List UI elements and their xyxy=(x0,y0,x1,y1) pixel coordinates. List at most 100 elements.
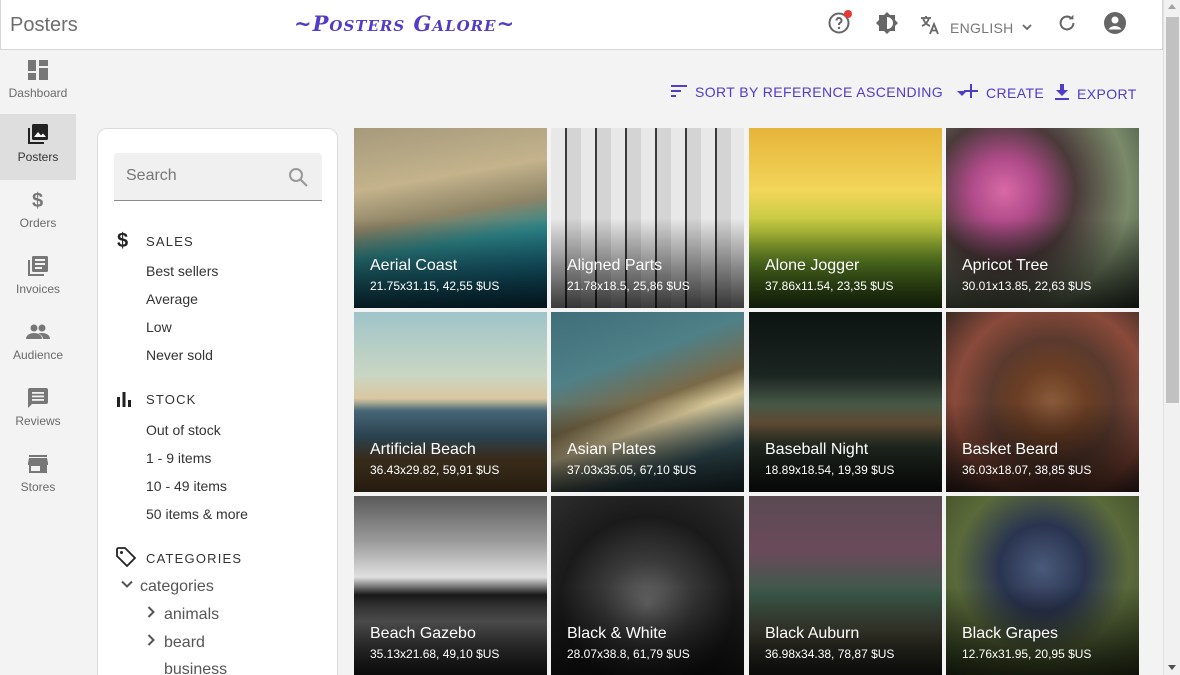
tree-item-categories[interactable]: categories xyxy=(120,577,214,596)
comment-icon xyxy=(28,386,48,410)
scroll-up-arrow-icon[interactable] xyxy=(1168,4,1176,9)
poster-icon xyxy=(27,122,49,146)
poster-tile[interactable]: Artificial Beach 36.43x29.82, 59,91 $US xyxy=(354,312,547,492)
sidebar-item-stores[interactable]: Stores xyxy=(0,444,76,510)
sidebar-item-label: Reviews xyxy=(15,414,61,428)
search-field[interactable] xyxy=(114,153,322,201)
scrollbar-thumb[interactable] xyxy=(1166,17,1179,403)
dollar-icon: $ xyxy=(31,188,45,212)
poster-tile[interactable]: Black Auburn 36.98x34.38, 78,87 $US xyxy=(749,496,942,675)
poster-tile[interactable]: Aerial Coast 21.75x31.15, 42,55 $US xyxy=(354,128,547,308)
people-icon xyxy=(26,320,50,344)
tree-item-label: animals xyxy=(164,605,220,623)
brand-logo: ~Posters Galore~ xyxy=(294,11,516,36)
invoices-icon xyxy=(27,254,49,278)
theme-toggle-button[interactable] xyxy=(874,11,900,40)
sidebar-item-invoices[interactable]: Invoices xyxy=(0,246,76,312)
account-icon xyxy=(1103,11,1127,40)
scroll-down-arrow-icon[interactable] xyxy=(1168,665,1176,670)
poster-tile[interactable]: Asian Plates 37.03x35.05, 67,10 $US xyxy=(551,312,744,492)
poster-title: Asian Plates xyxy=(567,441,656,458)
user-menu-button[interactable] xyxy=(1102,11,1128,40)
tree-item-animals[interactable]: animals xyxy=(144,605,219,624)
tree-item-label: beard xyxy=(164,633,205,651)
export-button[interactable]: EXPORT xyxy=(1055,84,1137,103)
sidebar-item-label: Invoices xyxy=(15,282,61,296)
poster-title: Black Grapes xyxy=(962,625,1059,642)
filter-best-sellers[interactable]: Best sellers xyxy=(146,263,218,279)
poster-meta: 37.03x35.05, 67,10 $US xyxy=(567,463,697,477)
app-title: Posters xyxy=(10,14,78,36)
tree-item-beard[interactable]: beard xyxy=(144,633,205,652)
chevron-right-icon xyxy=(144,633,158,652)
poster-meta: 36.43x29.82, 59,91 $US xyxy=(370,463,500,477)
poster-meta: 18.89x18.54, 19,39 $US xyxy=(765,463,895,477)
poster-title: Black & White xyxy=(567,625,667,642)
search-input[interactable] xyxy=(126,167,286,185)
poster-meta: 35.13x21.68, 49,10 $US xyxy=(370,647,500,661)
language-selector[interactable]: ENGLISH xyxy=(918,13,1032,42)
refresh-button[interactable] xyxy=(1054,12,1080,38)
create-button[interactable]: CREATE xyxy=(964,84,1044,101)
theme-icon xyxy=(875,11,899,40)
sidebar-item-orders[interactable]: $ Orders xyxy=(0,180,76,246)
poster-title: Beach Gazebo xyxy=(370,625,476,642)
filter-average[interactable]: Average xyxy=(146,291,198,307)
tree-item-business[interactable]: business xyxy=(164,661,227,675)
create-label: CREATE xyxy=(986,84,1045,101)
filter-out-of-stock[interactable]: Out of stock xyxy=(146,422,221,438)
poster-tile[interactable]: Black & White 28.07x38.8, 61,79 $US xyxy=(551,496,744,675)
help-button[interactable] xyxy=(826,10,852,38)
tag-icon xyxy=(116,547,137,572)
poster-meta: 21.78x18.5, 25,86 $US xyxy=(567,279,690,293)
svg-text:$: $ xyxy=(32,190,43,211)
dollar-icon: $ xyxy=(116,230,132,255)
poster-title: Apricot Tree xyxy=(962,257,1049,274)
categories-section-title: CATEGORIES xyxy=(146,551,243,566)
poster-tile[interactable]: Beach Gazebo 35.13x21.68, 49,10 $US xyxy=(354,496,547,675)
filter-10-49-items[interactable]: 10 - 49 items xyxy=(146,478,227,494)
list-toolbar: SORT BY REFERENCE ASCENDING CREATE EXPOR… xyxy=(0,84,1163,104)
store-icon xyxy=(28,452,48,476)
sort-label: SORT BY REFERENCE ASCENDING xyxy=(695,84,944,100)
export-label: EXPORT xyxy=(1077,85,1137,102)
poster-title: Aerial Coast xyxy=(370,257,458,274)
poster-tile[interactable]: Aligned Parts 21.78x18.5, 25,86 $US xyxy=(551,128,744,308)
poster-title: Baseball Night xyxy=(765,441,869,458)
chevron-right-icon xyxy=(144,605,158,624)
download-icon xyxy=(1055,84,1069,103)
poster-meta: 21.75x31.15, 42,55 $US xyxy=(370,279,500,293)
sidebar-item-label: Stores xyxy=(20,480,56,494)
plus-icon xyxy=(964,84,978,101)
refresh-icon xyxy=(1056,12,1078,39)
poster-title: Basket Beard xyxy=(962,441,1059,458)
filter-1-9-items[interactable]: 1 - 9 items xyxy=(146,450,211,466)
vertical-scrollbar[interactable] xyxy=(1163,0,1180,675)
sidebar-item-reviews[interactable]: Reviews xyxy=(0,378,76,444)
poster-meta: 30.01x13.85, 22,63 $US xyxy=(962,279,1092,293)
filter-50-items-more[interactable]: 50 items & more xyxy=(146,506,248,522)
poster-meta: 37.86x11.54, 23,35 $US xyxy=(765,279,894,293)
stock-section-title: STOCK xyxy=(146,392,197,407)
filter-never-sold[interactable]: Never sold xyxy=(146,347,213,363)
sidebar-item-audience[interactable]: Audience xyxy=(0,312,76,378)
sales-section-title: SALES xyxy=(146,234,194,249)
poster-tile[interactable]: Apricot Tree 30.01x13.85, 22,63 $US xyxy=(946,128,1139,308)
poster-tile[interactable]: Black Grapes 12.76x31.95, 20,95 $US xyxy=(946,496,1139,675)
sidebar-item-dashboard[interactable]: Dashboard xyxy=(0,50,76,116)
chevron-down-icon xyxy=(120,577,134,596)
sort-icon xyxy=(671,84,687,100)
filter-low[interactable]: Low xyxy=(146,319,172,335)
translate-icon xyxy=(918,13,942,42)
poster-tile[interactable]: Basket Beard 36.03x18.07, 38,85 $US xyxy=(946,312,1139,492)
poster-tile[interactable]: Baseball Night 18.89x18.54, 19,39 $US xyxy=(749,312,942,492)
app-bar: Posters ~Posters Galore~ ENGLISH xyxy=(0,0,1163,50)
poster-title: Black Auburn xyxy=(765,625,860,642)
notification-badge xyxy=(844,10,852,18)
sort-button[interactable]: SORT BY REFERENCE ASCENDING xyxy=(671,84,968,100)
poster-title: Alone Jogger xyxy=(765,257,860,274)
poster-title: Artificial Beach xyxy=(370,441,476,458)
sidebar-item-posters[interactable]: Posters xyxy=(0,114,76,180)
filter-sidebar: $ SALES Best sellers Average Low Never s… xyxy=(97,128,338,675)
poster-tile[interactable]: Alone Jogger 37.86x11.54, 23,35 $US xyxy=(749,128,942,308)
